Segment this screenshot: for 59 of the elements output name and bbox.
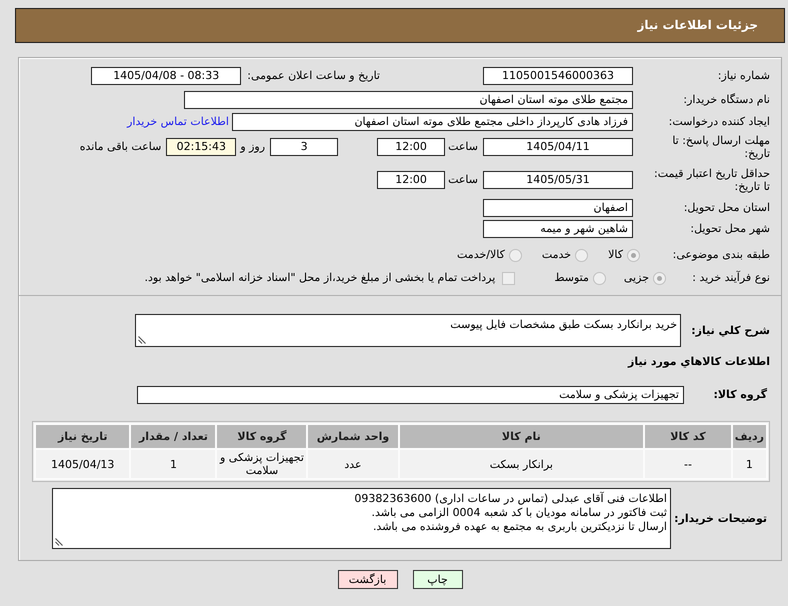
deadline-time-field[interactable]: 12:00 (377, 138, 446, 156)
subject-category-label: طبقه بندی موضوعی: (672, 248, 770, 262)
contact-info-link[interactable]: اطلاعات تماس خریدار (127, 115, 229, 129)
days-field[interactable]: 3 (270, 138, 338, 156)
column-header: نام کالا (400, 425, 644, 448)
table-cell: 1 (732, 450, 766, 478)
back-button[interactable]: بازگشت (338, 570, 398, 589)
general-description-field[interactable]: خرید برانکارد بسکت طبق مشخصات فایل پیوست (135, 314, 681, 347)
deadline-date-field[interactable]: 1405/04/11 (483, 138, 633, 156)
delivery-province-label: استان محل تحویل: (682, 201, 770, 215)
buyer-organization-label: نام دستگاه خریدار: (682, 93, 770, 107)
general-description-label: شرح کلي نياز: (690, 324, 770, 338)
table-cell: 1 (131, 450, 216, 478)
radio-label: کالا (608, 248, 623, 262)
announcement-date-label: تاریخ و ساعت اعلان عمومی: (247, 69, 380, 83)
purchase-process-label: نوع فرآیند خرید : (691, 271, 770, 285)
remaining-time-field[interactable]: 02:15:43 (166, 138, 236, 156)
column-header: تعداد / مقدار (131, 425, 216, 448)
table-cell: برانکار بسکت (400, 450, 644, 478)
buyer-notes-label: توضیحات خریدار: (673, 512, 768, 526)
delivery-city-field[interactable]: شاهین شهر و میمه (483, 220, 633, 238)
buyer-organization-field[interactable]: مجتمع طلای موته استان اصفهان (184, 91, 633, 109)
treasury-payment-label: پرداخت تمام یا بخشی از مبلغ خرید،از محل "اسناد خزانه اسلامی" خواهد بود. (144, 271, 496, 285)
time-label: ساعت (448, 140, 478, 154)
print-button[interactable]: چاپ (412, 570, 462, 589)
table-cell: تجهیزات پزشکی و سلامت (217, 450, 306, 478)
goods-section-title: اطلاعات کالاهاي مورد نياز (626, 355, 770, 369)
time-label: ساعت (448, 173, 478, 187)
radio-label: جزیی (624, 271, 649, 285)
remaining-time-label: ساعت باقی مانده (80, 140, 162, 154)
validity-date-field[interactable]: 1405/05/31 (483, 171, 633, 189)
requester-field[interactable]: فرزاد هادی کارپرداز داخلی مجتمع طلای موته استان اصفهان (232, 113, 633, 131)
table-cell: -- (645, 450, 731, 478)
column-header: تاریخ نیاز (36, 425, 130, 448)
need-number-label: شماره نیاز: (716, 69, 770, 83)
days-label: روز و (240, 140, 266, 154)
requester-label: ایجاد کننده درخواست: (668, 115, 770, 129)
delivery-city-label: شهر محل تحویل: (689, 222, 770, 236)
resize-grip-icon[interactable] (55, 538, 63, 546)
price-validity-label: حداقل تاریخ اعتبار قیمت: تا تاریخ: (653, 167, 770, 193)
table-cell: عدد (308, 450, 398, 478)
response-deadline-label: مهلت ارسال پاسخ: تا تاریخ: (671, 134, 770, 160)
radio-label: متوسط (554, 271, 589, 285)
goods-group-field[interactable]: تجهیزات پزشکی و سلامت (137, 386, 684, 404)
column-header: کد کالا (645, 425, 731, 448)
column-header: ردیف (732, 425, 766, 448)
need-number-field[interactable]: 1105001546000363 (483, 67, 633, 85)
announcement-date-field[interactable]: 1405/04/08 - 08:33 (91, 67, 242, 85)
radio-label: خدمت (542, 248, 572, 262)
table-cell: 1405/04/13 (36, 450, 130, 478)
buyer-notes-field[interactable]: اطلاعات فنی آقای عبدلی (تماس در ساعات اداری) 09382363600 ثبت فاکتور در سامانه مودیان با کد شعبه 0004 الزامی می باشد. ارسال تا نزدیکترین باربری به مجتمع به عهده فروشنده می باشد. (52, 488, 671, 549)
goods-group-label: گروه کالا: (712, 388, 768, 402)
delivery-province-field[interactable]: اصفهان (483, 199, 633, 217)
radio-label: کالا/خدمت (457, 248, 505, 262)
resize-grip-icon[interactable] (138, 336, 146, 344)
page-title: جزئیات اطلاعات نیاز (637, 18, 758, 33)
column-header: واحد شمارش (308, 425, 398, 448)
validity-time-field[interactable]: 12:00 (377, 171, 446, 189)
column-header: گروه کالا (217, 425, 306, 448)
